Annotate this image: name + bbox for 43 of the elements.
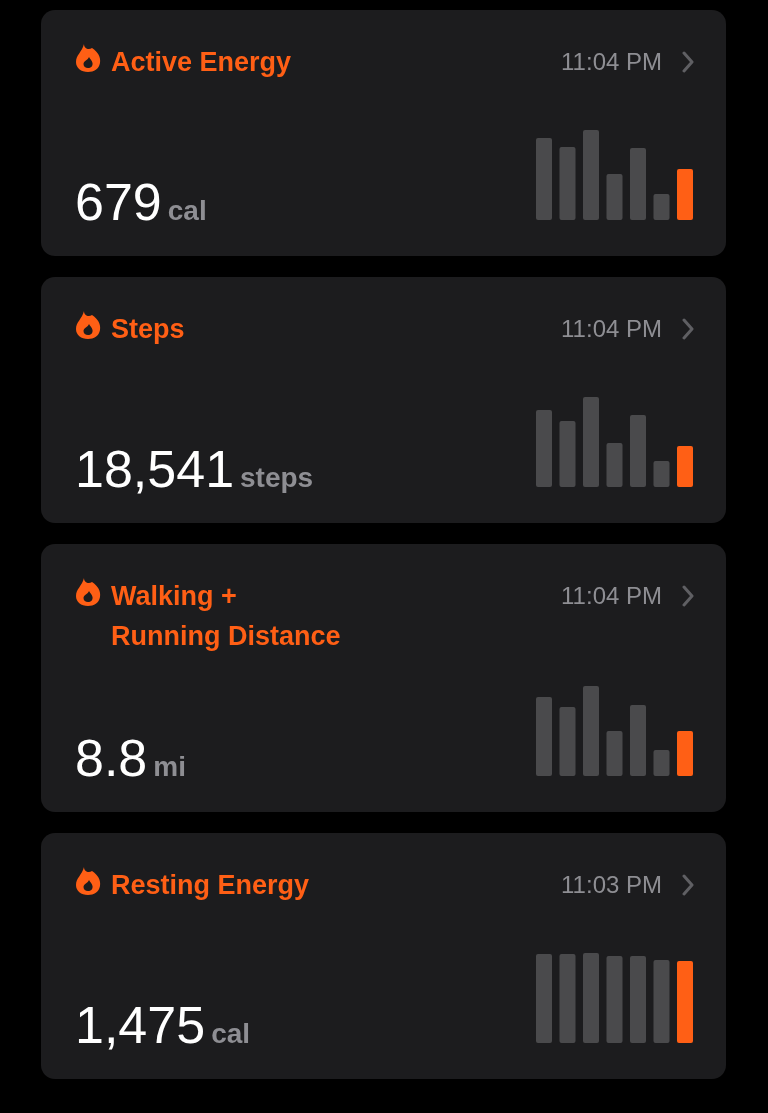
timestamp: 11:04 PM xyxy=(561,47,662,77)
metric-value: 8.8 xyxy=(75,730,148,786)
chart-bar xyxy=(559,707,576,776)
timestamp: 11:04 PM xyxy=(561,581,662,611)
chart-bar xyxy=(559,421,576,487)
health-card[interactable]: Active Energy 11:04 PM 679 cal xyxy=(41,10,726,256)
chart-bar xyxy=(606,731,623,776)
chart-bar xyxy=(677,731,693,776)
chevron-icon xyxy=(682,51,694,73)
chart-bar xyxy=(630,415,646,487)
chevron-icon xyxy=(682,585,694,607)
chevron-icon xyxy=(682,318,694,340)
card-title: Steps xyxy=(111,313,185,346)
metric-value: 18,541 xyxy=(75,441,235,497)
chart-bar xyxy=(653,194,670,220)
card-title: Active Energy xyxy=(111,46,292,79)
metric-unit: cal xyxy=(167,194,207,228)
flame-icon xyxy=(75,43,101,73)
metric-value: 1,475 xyxy=(75,997,206,1053)
metric-unit: cal xyxy=(211,1017,251,1051)
card-title: Resting Energy xyxy=(111,869,310,902)
chart-bar xyxy=(606,174,623,220)
health-card[interactable]: Resting Energy 11:03 PM 1,475 cal xyxy=(41,833,726,1079)
timestamp: 11:04 PM xyxy=(561,314,662,344)
flame-icon xyxy=(75,577,101,607)
timestamp: 11:03 PM xyxy=(561,870,662,900)
flame-icon xyxy=(75,310,101,340)
metric-value: 679 xyxy=(75,174,162,230)
metric-unit: mi xyxy=(153,750,186,784)
health-card[interactable]: Walking + Running Distance 11:04 PM 8.8 mi xyxy=(41,544,726,812)
card-title: Walking + xyxy=(111,580,238,613)
metric-unit: steps xyxy=(240,461,314,495)
chevron-icon xyxy=(682,874,694,896)
chart-bar xyxy=(677,446,693,487)
chart-bar xyxy=(606,443,623,487)
health-card[interactable]: Steps 11:04 PM 18,541 steps xyxy=(41,277,726,523)
chart-bar xyxy=(630,705,646,776)
chart-bar xyxy=(630,148,646,220)
card-title: Running Distance xyxy=(111,620,341,653)
chart-bar xyxy=(653,750,670,776)
chart-bar xyxy=(653,461,670,487)
flame-icon xyxy=(75,866,101,896)
chart-bar xyxy=(677,169,693,220)
